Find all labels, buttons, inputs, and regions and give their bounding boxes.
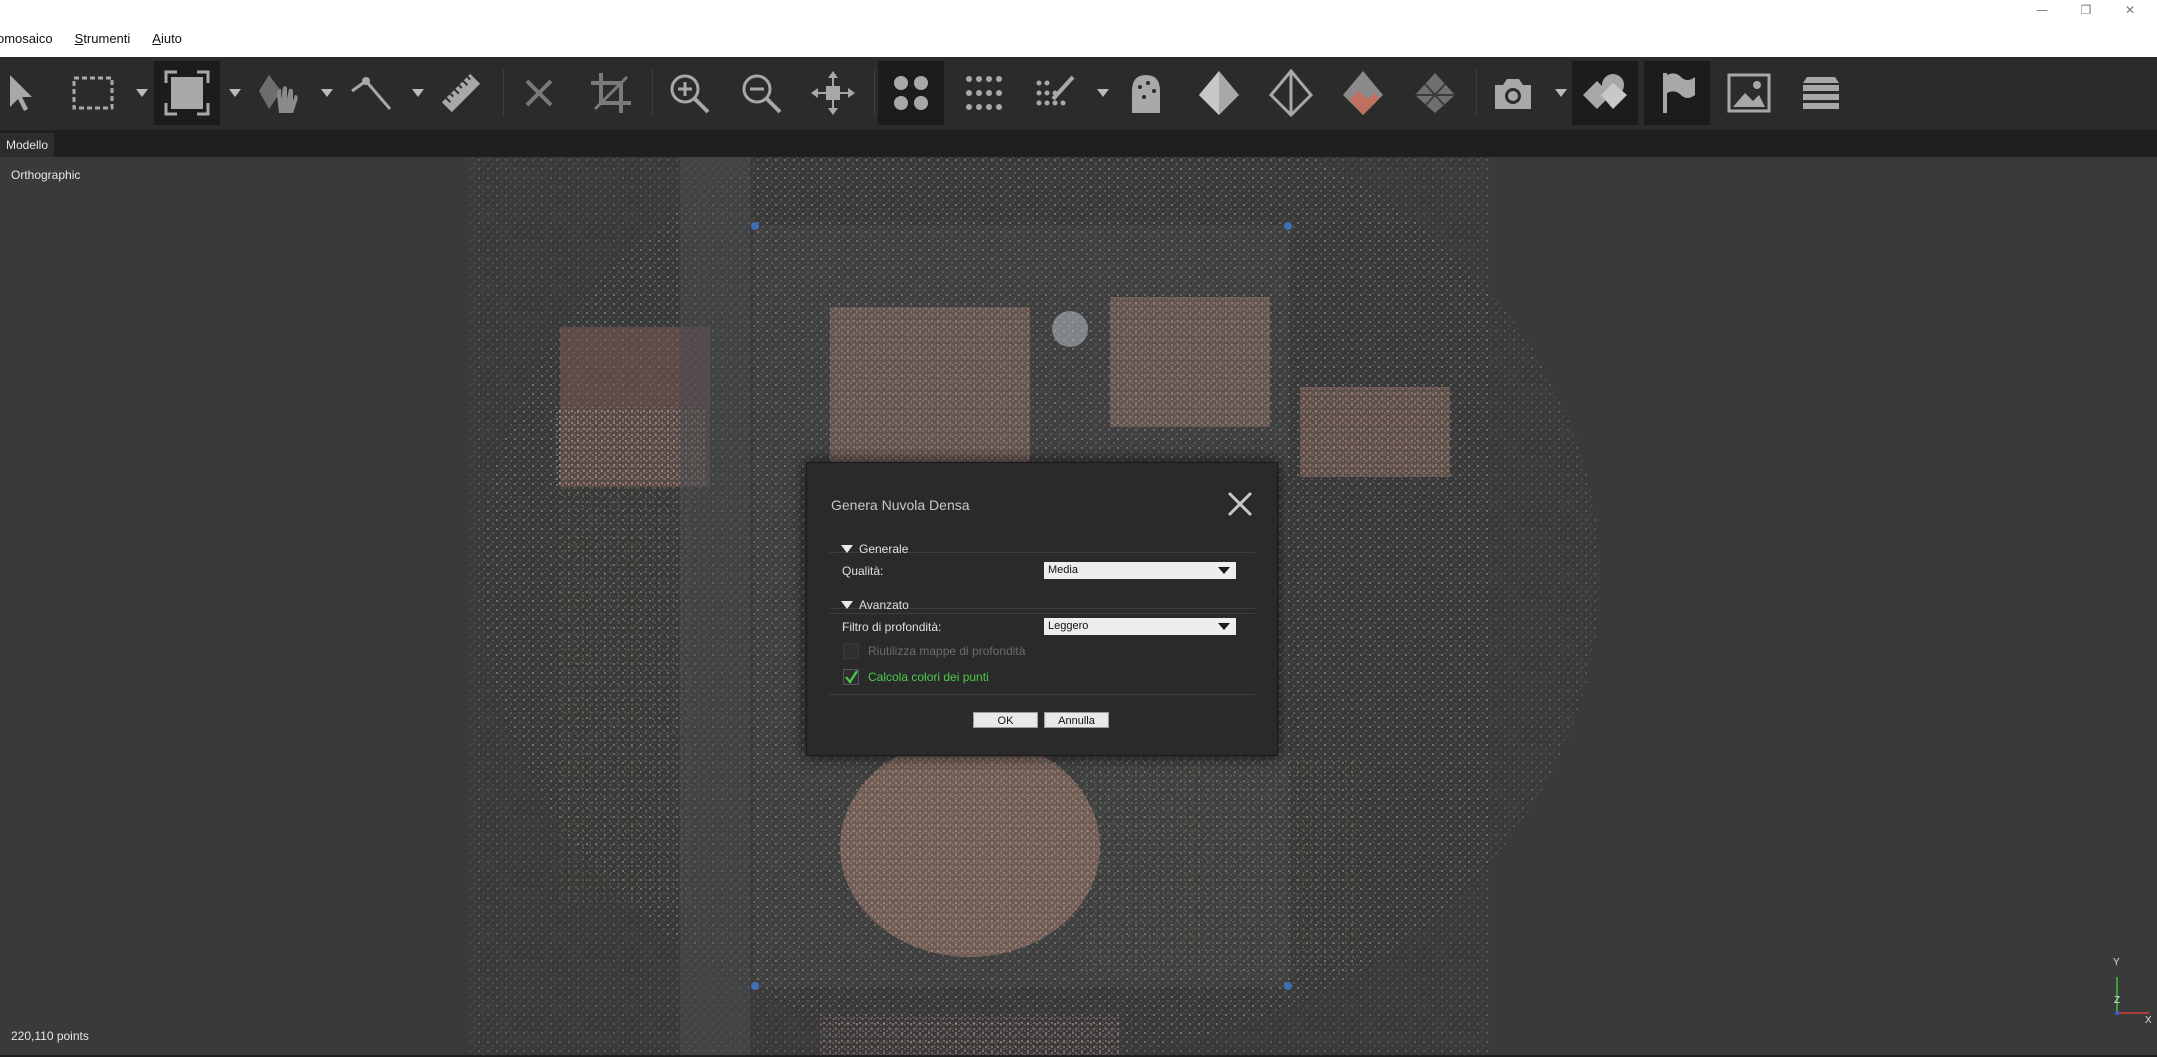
toolbar-separator — [874, 69, 875, 117]
rectangle-select-icon[interactable] — [60, 61, 126, 125]
view-tab-bar: Modello — [0, 130, 2157, 157]
dialog-title: Genera Nuvola Densa — [831, 497, 970, 513]
section-advanced-header[interactable]: Avanzato — [841, 598, 909, 612]
chevron-down-icon[interactable] — [135, 87, 149, 99]
shaded-model-icon[interactable] — [1186, 61, 1252, 125]
layers-icon[interactable] — [1788, 61, 1854, 125]
menu-bar: omosaico Strumenti Aiuto — [0, 20, 2157, 57]
menu-strumenti[interactable]: Strumenti — [75, 31, 131, 46]
chevron-down-icon[interactable] — [411, 87, 425, 99]
collapse-triangle-icon — [841, 601, 853, 609]
cancel-button[interactable]: Annulla — [1044, 712, 1109, 728]
minimize-icon[interactable]: — — [2020, 0, 2064, 20]
axis-label-x: X — [2145, 1015, 2152, 1026]
chevron-down-icon — [1218, 567, 1230, 574]
chevron-down-icon[interactable] — [1096, 87, 1110, 99]
tiled-model-icon[interactable] — [1402, 61, 1468, 125]
depth-filter-select[interactable]: Leggero — [1044, 618, 1236, 635]
quality-label: Qualità: — [842, 564, 884, 578]
textured-model-icon[interactable] — [1330, 61, 1396, 125]
compute-colors-label: Calcola colori dei punti — [868, 670, 989, 684]
reuse-depth-maps-checkbox[interactable] — [843, 643, 859, 659]
chevron-down-icon — [1218, 623, 1230, 630]
point-cloud-icon[interactable] — [878, 61, 944, 125]
reset-view-icon[interactable] — [800, 61, 866, 125]
select-pointer-icon[interactable] — [0, 61, 53, 125]
section-general-title: Generale — [859, 542, 909, 556]
ok-button[interactable]: OK — [973, 712, 1038, 728]
depth-filter-label: Filtro di profondità: — [842, 620, 942, 634]
close-icon[interactable] — [1225, 489, 1255, 519]
wireframe-model-icon[interactable] — [1258, 61, 1324, 125]
axis-label-y: Y — [2113, 957, 2120, 968]
chevron-down-icon[interactable] — [320, 87, 334, 99]
points-count: 220,110 points — [11, 1029, 89, 1043]
menu-ortomosaico[interactable]: omosaico — [0, 31, 53, 46]
image-icon[interactable] — [1716, 61, 1782, 125]
restore-icon[interactable]: ❐ — [2064, 0, 2108, 20]
toolbar-separator — [1476, 69, 1477, 117]
menu-aiuto[interactable]: Aiuto — [152, 31, 182, 46]
tab-modello[interactable]: Modello — [0, 133, 55, 157]
resize-region-icon[interactable] — [154, 61, 220, 125]
zoom-in-icon[interactable] — [656, 61, 722, 125]
dense-cloud-dialog: Genera Nuvola Densa Generale Qualità: Me… — [806, 462, 1278, 756]
delete-selection-icon[interactable] — [506, 61, 572, 125]
close-window-icon[interactable]: ✕ — [2108, 0, 2152, 20]
section-advanced-title: Avanzato — [859, 598, 909, 612]
toolbar-separator — [652, 69, 653, 117]
quality-select[interactable]: Media — [1044, 562, 1236, 579]
compute-colors-checkbox[interactable] — [843, 669, 859, 685]
brush-points-icon[interactable] — [1022, 61, 1088, 125]
section-general-header[interactable]: Generale — [841, 542, 908, 556]
shapes-icon[interactable] — [1572, 61, 1638, 125]
ruler-measure-icon[interactable] — [337, 61, 403, 125]
chevron-down-icon[interactable] — [1554, 87, 1568, 99]
chevron-down-icon[interactable] — [228, 87, 242, 99]
checkmark-icon — [845, 670, 858, 684]
ruler-icon[interactable] — [428, 61, 494, 125]
axis-indicator: Y Z X — [2097, 955, 2157, 1026]
projection-label: Orthographic — [11, 168, 81, 182]
window-title-bar: — ❐ ✕ — [0, 0, 2157, 20]
axis-label-z: Z — [2114, 995, 2121, 1006]
collapse-triangle-icon — [841, 545, 853, 553]
navigation-hand-icon[interactable] — [246, 61, 312, 125]
sparse-points-icon[interactable] — [950, 61, 1016, 125]
crop-icon[interactable] — [578, 61, 644, 125]
main-toolbar — [0, 57, 2157, 130]
zoom-out-icon[interactable] — [728, 61, 794, 125]
quality-select-value: Media — [1048, 564, 1078, 576]
reuse-depth-maps-label: Riutilizza mappe di profondità — [868, 644, 1026, 658]
camera-icon[interactable] — [1480, 61, 1546, 125]
depth-filter-select-value: Leggero — [1048, 620, 1089, 632]
toolbar-separator — [503, 69, 504, 117]
markers-flag-icon[interactable] — [1644, 61, 1710, 125]
dense-cloud-icon[interactable] — [1113, 61, 1179, 125]
